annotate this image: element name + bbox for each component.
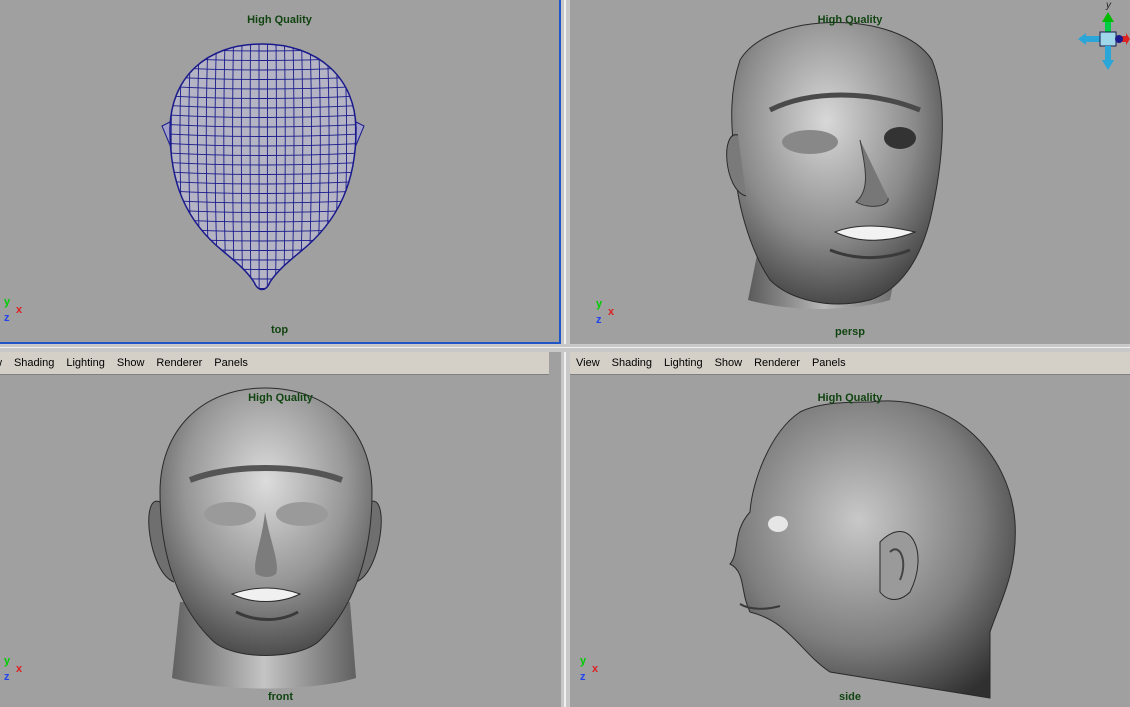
axis-z-label: z — [4, 671, 10, 683]
axis-x-label: x — [608, 306, 615, 318]
quality-label: High Quality — [817, 392, 883, 404]
wireframe-head-mesh[interactable] — [0, 0, 559, 342]
quality-label: High Quality — [817, 14, 883, 26]
viewport-front[interactable]: w Shading Lighting Show Renderer Panels — [0, 352, 561, 707]
axis-x-label: x — [16, 663, 23, 675]
viewport-divider-vertical[interactable] — [561, 0, 570, 707]
shaded-head-front[interactable] — [0, 352, 561, 707]
viewport-persp[interactable]: High Quality y y x z persp — [570, 0, 1130, 344]
axis-z-label: z — [4, 312, 10, 324]
axis-indicator: y x z — [2, 655, 32, 689]
camera-name: front — [267, 691, 294, 703]
axis-z-label: z — [580, 671, 586, 683]
axis-indicator: y x z — [578, 655, 608, 689]
view-cube[interactable]: y — [1076, 0, 1130, 72]
axis-y-label: y — [596, 298, 603, 310]
viewcube-y-label: y — [1105, 0, 1112, 11]
camera-name: top — [270, 324, 289, 336]
shaded-head-persp[interactable] — [570, 0, 1130, 344]
axis-y-label: y — [580, 655, 587, 667]
axis-y-label: y — [4, 296, 11, 308]
axis-y-label: y — [4, 655, 11, 667]
axis-x-label: x — [16, 304, 23, 316]
axis-x-label: x — [592, 663, 599, 675]
camera-name: side — [838, 691, 861, 703]
viewport-top[interactable]: High Quality y x z top — [0, 0, 561, 344]
axis-z-label: z — [596, 314, 602, 326]
shaded-head-side[interactable] — [570, 352, 1130, 707]
viewport-divider-horizontal[interactable] — [0, 344, 1130, 352]
quality-label: High Quality — [248, 392, 313, 404]
camera-name: persp — [835, 326, 865, 338]
viewport-side[interactable]: View Shading Lighting Show Renderer Pane… — [570, 352, 1130, 707]
